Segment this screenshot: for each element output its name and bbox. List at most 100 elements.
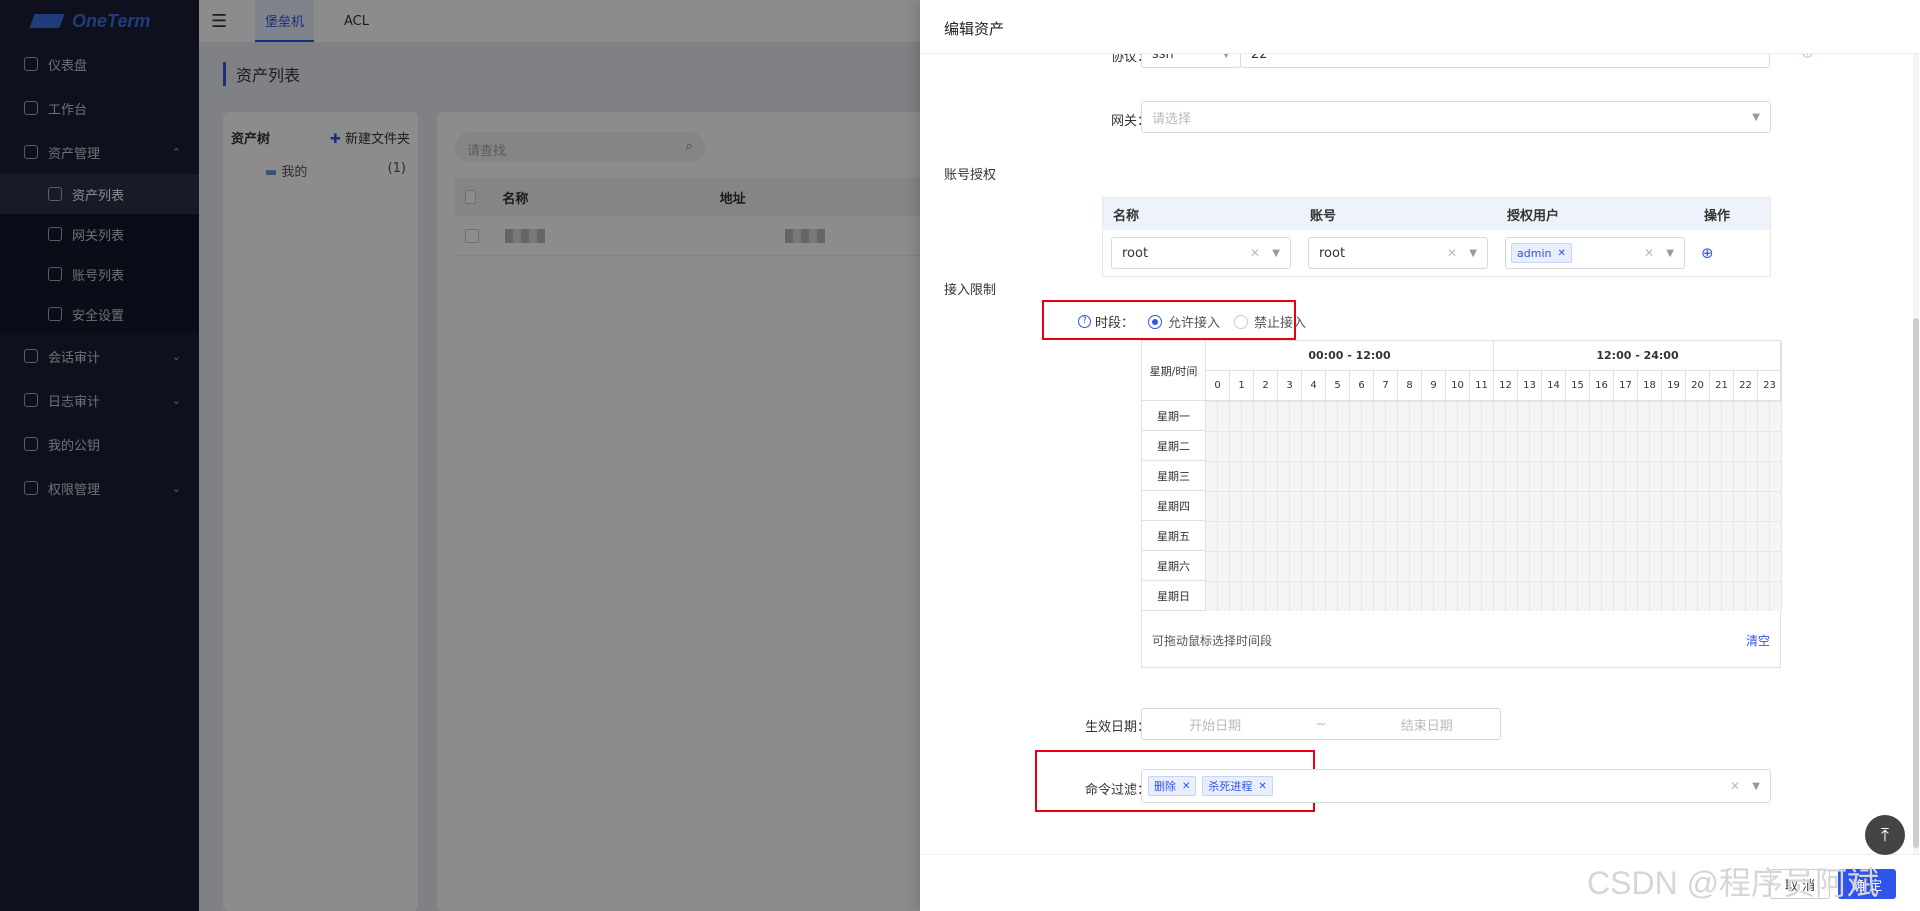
tag-close-icon[interactable]: ✕ [1557, 248, 1565, 259]
hour-header: 14 [1542, 371, 1566, 400]
day-label: 星期三 [1142, 461, 1206, 491]
drawer-title: 编辑资产 [920, 0, 1920, 54]
hour-header: 10 [1446, 371, 1470, 400]
date-range-picker[interactable]: 开始日期 ~ 结束日期 [1141, 708, 1501, 740]
table-row: root ✕ ▼ root ✕ ▼ admin ✕ ✕ ▼ ⊕ [1103, 230, 1770, 276]
column-header-actions: 操作 [1704, 208, 1731, 224]
hour-header: 21 [1710, 371, 1734, 400]
half-day-header: 12:00 - 24:00 [1494, 341, 1782, 371]
day-label: 星期五 [1142, 521, 1206, 551]
day-label: 星期四 [1142, 491, 1206, 521]
clear-icon[interactable]: ✕ [1644, 246, 1654, 260]
column-header-account: 账号 [1310, 208, 1337, 224]
hour-header: 1 [1230, 371, 1254, 400]
hour-header: 3 [1278, 371, 1302, 400]
period-label: 时段： [1095, 316, 1135, 331]
end-date-placeholder[interactable]: 结束日期 [1401, 715, 1453, 734]
access-limit-section-title: 接入限制 [944, 283, 997, 298]
chevron-down-icon: ▼ [1752, 111, 1760, 123]
deny-access-label: 禁止接入 [1254, 316, 1307, 331]
user-tag-label: admin [1517, 246, 1552, 260]
hour-header: 19 [1662, 371, 1686, 400]
command-filter-label: 命令过滤： [1084, 783, 1150, 798]
gateway-label: 网关： [1110, 114, 1150, 129]
hour-header: 18 [1638, 371, 1662, 400]
column-header-name: 名称 [1113, 208, 1140, 224]
hour-header: 20 [1686, 371, 1710, 400]
gateway-placeholder: 请选择 [1152, 111, 1192, 127]
modal-overlay[interactable] [0, 0, 920, 911]
hour-header: 22 [1734, 371, 1758, 400]
hour-header: 12 [1494, 371, 1518, 400]
hour-header: 9 [1422, 371, 1446, 400]
hour-header: 16 [1590, 371, 1614, 400]
clear-icon[interactable]: ✕ [1250, 246, 1260, 260]
grid-footer: 可拖动鼠标选择时间段 清空 [1142, 611, 1780, 669]
clear-icon[interactable]: ✕ [1447, 246, 1457, 260]
account-select[interactable]: root ✕ ▼ [1308, 237, 1488, 269]
protocol-label: 协议： [1110, 54, 1150, 65]
hour-header: 17 [1614, 371, 1638, 400]
protocol-value: ssh [1152, 54, 1174, 62]
hour-header: 7 [1374, 371, 1398, 400]
time-cells[interactable] [1206, 401, 1782, 611]
name-value: root [1122, 245, 1149, 261]
hour-header: 13 [1518, 371, 1542, 400]
day-label: 星期日 [1142, 581, 1206, 611]
info-icon[interactable]: ⓘ [1802, 54, 1813, 60]
day-label: 星期一 [1142, 401, 1206, 431]
port-input[interactable]: 22 [1240, 54, 1770, 68]
column-header-auth-user: 授权用户 [1507, 208, 1560, 224]
grid-corner-label: 星期/时间 [1142, 341, 1206, 401]
chevron-down-icon: ▼ [1469, 247, 1477, 259]
hour-header: 8 [1398, 371, 1422, 400]
filter-tag-label: 删除 [1154, 780, 1176, 793]
deny-access-radio[interactable]: 禁止接入 [1234, 312, 1306, 331]
half-day-header: 00:00 - 12:00 [1206, 341, 1494, 371]
drawer-body: 协议： ssh ▼ 22 ⓘ 网关： 请选择 ▼ 账号授权 名称 账号 授权用户… [920, 54, 1920, 854]
radio-dot [1234, 314, 1249, 329]
filter-tag-label: 杀死进程 [1208, 780, 1253, 793]
account-auth-header: 名称 账号 授权用户 操作 [1103, 198, 1770, 230]
allow-access-label: 允许接入 [1168, 316, 1221, 331]
tag-close-icon[interactable]: ✕ [1182, 781, 1190, 792]
tag-close-icon[interactable]: ✕ [1258, 781, 1266, 792]
hour-header: 0 [1206, 371, 1230, 400]
hour-header: 15 [1566, 371, 1590, 400]
watermark: CSDN @程序员阿斌 [1587, 865, 1880, 901]
add-row-icon[interactable]: ⊕ [1701, 244, 1714, 262]
protocol-select[interactable]: ssh ▼ [1141, 54, 1241, 68]
date-separator: ~ [1315, 716, 1327, 732]
day-label-column: 星期一 星期二 星期三 星期四 星期五 星期六 星期日 [1142, 401, 1206, 611]
hour-header-row: 0 1 2 3 4 5 6 7 8 9 10 11 12 13 14 15 16 17 18 19 20 21 22 23 [1206, 371, 1782, 401]
hour-header: 2 [1254, 371, 1278, 400]
chevron-down-icon: ▼ [1272, 247, 1280, 259]
grid-hint: 可拖动鼠标选择时间段 [1152, 633, 1273, 648]
scrollbar-thumb[interactable] [1913, 318, 1919, 848]
port-value: 22 [1251, 54, 1268, 62]
chevron-down-icon: ▼ [1752, 780, 1760, 792]
time-period-grid[interactable]: 星期/时间 00:00 - 12:00 12:00 - 24:00 012345… [1141, 340, 1782, 669]
filter-tag: 杀死进程 ✕ [1202, 776, 1273, 796]
account-auth-table: 名称 账号 授权用户 操作 root ✕ ▼ root ✕ ▼ admin ✕ … [1102, 197, 1771, 277]
clear-button[interactable]: 清空 [1746, 632, 1770, 649]
hour-header: 11 [1470, 371, 1494, 400]
account-auth-section-title: 账号授权 [944, 168, 997, 183]
filter-tag: 删除 ✕ [1148, 776, 1197, 796]
chevron-down-icon: ▼ [1222, 54, 1230, 60]
account-value: root [1319, 245, 1346, 261]
effective-date-label: 生效日期： [1084, 720, 1150, 735]
radio-dot [1148, 314, 1163, 329]
command-filter-select[interactable]: 删除 ✕ 杀死进程 ✕ ✕ ▼ [1141, 769, 1771, 803]
name-select[interactable]: root ✕ ▼ [1111, 237, 1291, 269]
auth-user-select[interactable]: admin ✕ ✕ ▼ [1505, 237, 1685, 269]
allow-access-radio[interactable]: 允许接入 [1148, 312, 1220, 331]
gateway-select[interactable]: 请选择 ▼ [1141, 101, 1771, 133]
start-date-placeholder[interactable]: 开始日期 [1189, 715, 1241, 734]
user-tag: admin ✕ [1511, 243, 1572, 263]
edit-asset-drawer: 编辑资产 协议： ssh ▼ 22 ⓘ 网关： 请选择 ▼ 账号授权 名称 账号… [920, 0, 1920, 911]
clear-icon[interactable]: ✕ [1730, 779, 1740, 793]
back-to-top-icon[interactable]: ⤒ [1865, 815, 1905, 855]
day-label: 星期六 [1142, 551, 1206, 581]
question-icon[interactable]: ? [1078, 315, 1091, 328]
